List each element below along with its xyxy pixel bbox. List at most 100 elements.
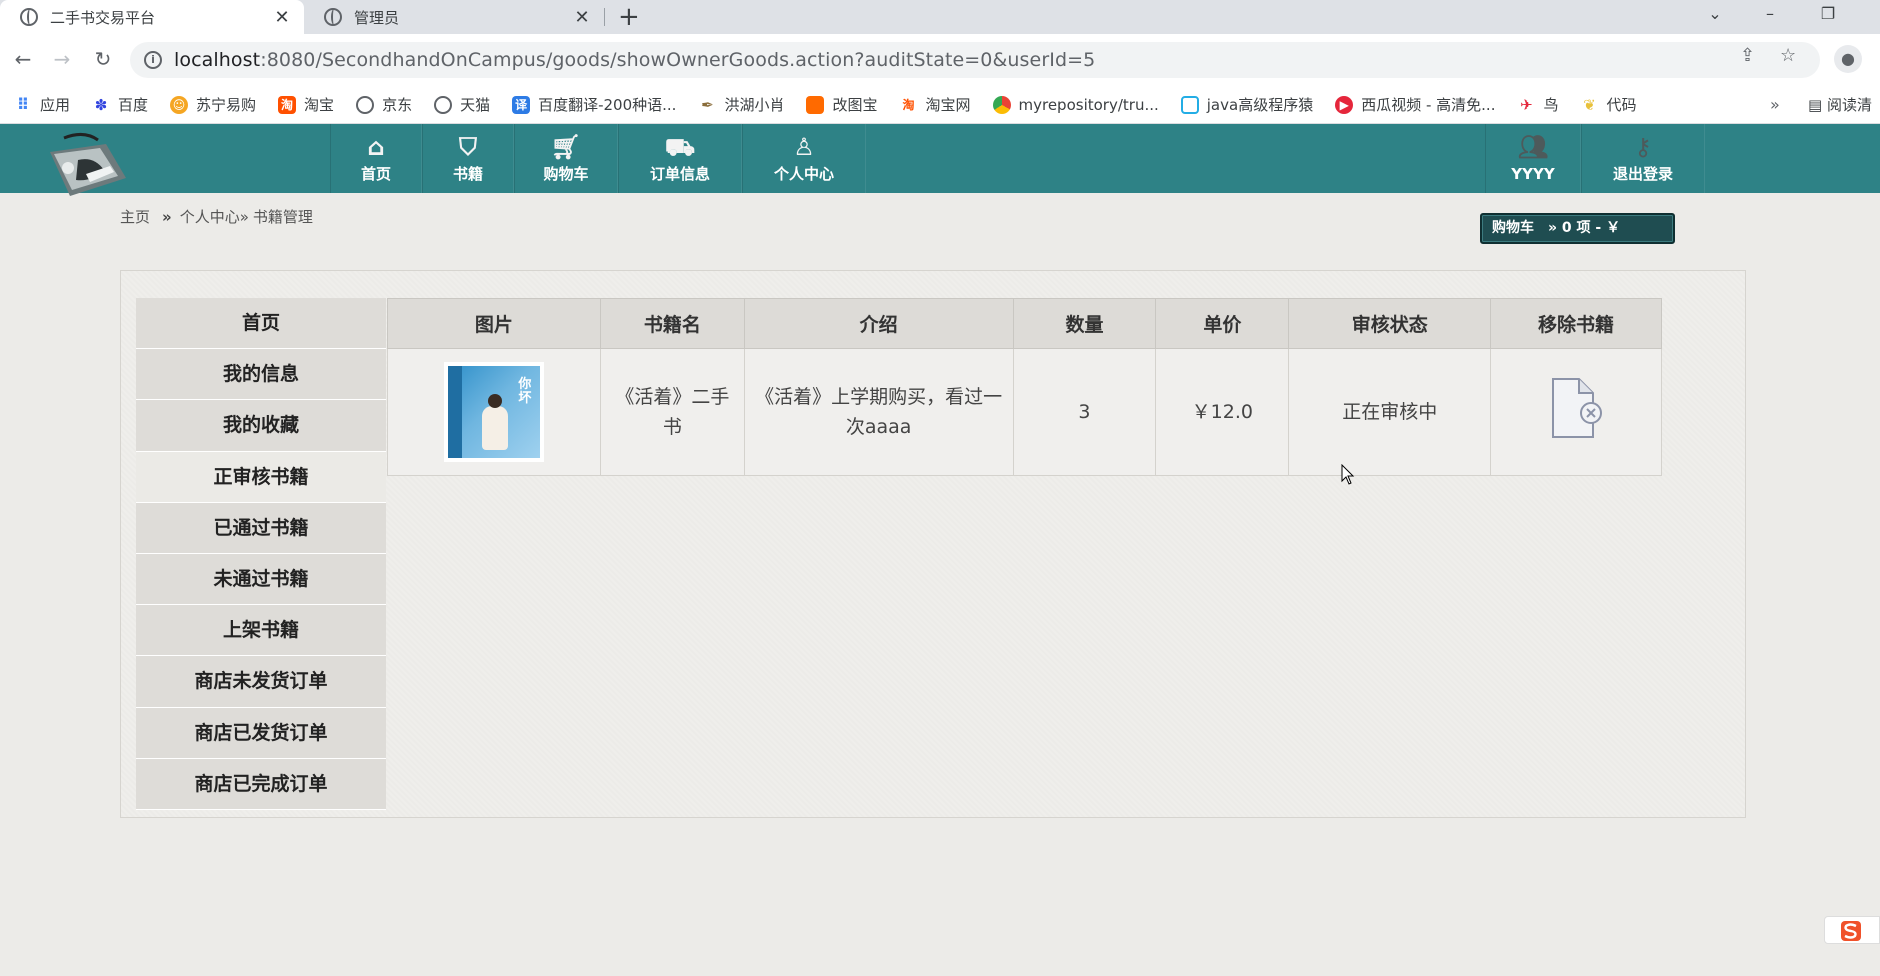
forward-icon[interactable]: → <box>47 44 77 74</box>
col-header-remove: 移除书籍 <box>1490 298 1662 349</box>
bookmark-item[interactable]: 改图宝 <box>806 94 877 115</box>
bookmark-item[interactable]: java高级程序猿 <box>1180 94 1314 115</box>
breadcrumb-personal-center[interactable]: 个人中心» <box>180 208 249 226</box>
bookmark-item[interactable]: ▶ 西瓜视频 - 高清免... <box>1335 94 1495 115</box>
bookmark-item[interactable]: myrepository/tru... <box>992 95 1159 114</box>
baidu-paw-icon: ✽ <box>94 95 108 114</box>
col-header-intro: 介绍 <box>743 298 1014 349</box>
nav-home[interactable]: ⌂ 首页 <box>330 124 422 193</box>
bird-icon: ✈ <box>1520 95 1533 114</box>
nav-logout-label: 退出登录 <box>1612 165 1673 183</box>
bookmark-label: 百度 <box>118 96 149 114</box>
bookmark-star-icon[interactable]: ☆ <box>1780 45 1796 66</box>
home-icon: ⌂ <box>367 133 385 161</box>
address-bar: ← → ↻ i localhost:8080/SecondhandOnCampu… <box>0 34 1880 86</box>
bookmark-label: 改图宝 <box>832 96 878 114</box>
nav-books[interactable]: ⛉ 书籍 <box>422 124 514 193</box>
cell-image: 你坏 <box>387 348 601 476</box>
mouse-cursor-icon <box>1341 464 1355 485</box>
sidebar-item-list-book[interactable]: 上架书籍 <box>136 605 386 657</box>
bookmark-label: 应用 <box>40 96 71 114</box>
bookmark-item[interactable]: 译百度翻译-200种语... <box>512 94 676 115</box>
profile-avatar-icon[interactable]: ● <box>1834 45 1862 73</box>
share-icon[interactable]: ⇪ <box>1740 45 1755 66</box>
cell-book-name: 《活着》二手书 <box>599 348 745 476</box>
cart-summary-button[interactable]: 购物车 » 0 项 - ￥ <box>1480 213 1675 244</box>
restore-icon[interactable]: ❐ <box>1808 0 1848 30</box>
book-cover-image[interactable]: 你坏 <box>443 362 544 462</box>
sidebar-item-approved[interactable]: 已通过书籍 <box>136 502 386 554</box>
bookmarks-more-icon[interactable]: » <box>1770 86 1780 123</box>
nav-user[interactable]: 👥︎ YYYY <box>1485 124 1581 193</box>
bookmark-item[interactable]: ✽ 百度 <box>92 94 148 115</box>
feather-icon: ✒ <box>701 95 714 114</box>
sidebar-menu: 首页 我的信息 我的收藏 正审核书籍 已通过书籍 未通过书籍 上架书籍 商店未发… <box>136 298 386 810</box>
bookmark-label: java高级程序猿 <box>1206 96 1314 114</box>
bookmark-label: 淘宝网 <box>925 96 971 114</box>
cell-remove <box>1490 348 1662 476</box>
cell-price: ￥12.0 <box>1155 348 1290 476</box>
user-add-icon: ♙ <box>793 133 815 161</box>
globe-icon <box>434 95 453 114</box>
bookmark-item[interactable]: 淘淘宝网 <box>899 94 970 115</box>
nav-logout[interactable]: ⚷ 退出登录 <box>1581 124 1705 193</box>
nav-personal-center[interactable]: ♙ 个人中心 <box>742 124 866 193</box>
sidebar-item-favorites[interactable]: 我的收藏 <box>136 400 386 452</box>
input-method-widget[interactable] <box>1824 916 1880 944</box>
site-logo[interactable] <box>40 130 128 200</box>
nav-cart-label: 购物车 <box>543 165 589 183</box>
reading-list[interactable]: ▤ 阅读清 <box>1808 86 1872 123</box>
book-cover-title: 你坏 <box>518 377 532 406</box>
sidebar-item-home[interactable]: 首页 <box>136 298 386 350</box>
sidebar-item-shipped-orders[interactable]: 商店已发货订单 <box>136 707 386 759</box>
breadcrumb-home[interactable]: 主页 <box>120 208 150 226</box>
sidebar-item-completed-orders[interactable]: 商店已完成订单 <box>136 758 386 810</box>
reading-list-icon: ▤ <box>1808 96 1827 114</box>
sidebar-item-rejected[interactable]: 未通过书籍 <box>136 553 386 606</box>
bookmark-item[interactable]: ❦ 代码 <box>1580 94 1636 115</box>
bookmark-item[interactable]: ☺ 苏宁易购 <box>170 94 256 115</box>
bookmark-label: 代码 <box>1606 96 1637 114</box>
nav-cart[interactable]: 🛒︎ 购物车 <box>514 124 618 193</box>
bookmark-item[interactable]: ✒ 洪湖小肖 <box>698 94 784 115</box>
url-input[interactable]: i localhost:8080/SecondhandOnCampus/good… <box>130 42 1820 78</box>
bookmark-item[interactable]: 淘淘宝 <box>278 94 334 115</box>
bilibili-icon <box>1180 95 1199 114</box>
bookmark-item[interactable]: ✈ 鸟 <box>1517 94 1558 115</box>
bookmark-label: 洪湖小肖 <box>724 96 785 114</box>
sogou-s-icon <box>1841 921 1861 941</box>
reading-list-label: 阅读清 <box>1826 96 1872 114</box>
sidebar-item-unshipped-orders[interactable]: 商店未发货订单 <box>136 656 386 708</box>
tab-title: 二手书交易平台 <box>50 8 156 27</box>
nav-user-label: YYYY <box>1511 165 1555 183</box>
tab-search-icon[interactable]: ⌄ <box>1695 0 1735 30</box>
tab-close-icon[interactable]: ✕ <box>270 7 294 28</box>
nav-books-label: 书籍 <box>452 165 483 183</box>
col-header-image: 图片 <box>387 298 601 349</box>
bookmark-label: 百度翻译-200种语... <box>538 96 677 114</box>
browser-tab-active[interactable]: 二手书交易平台 ✕ <box>0 0 304 34</box>
sidebar-item-under-review[interactable]: 正审核书籍 <box>136 451 386 503</box>
back-icon[interactable]: ← <box>8 44 38 74</box>
bookmark-label: 苏宁易购 <box>196 96 257 114</box>
bookmark-label: 淘宝 <box>304 96 335 114</box>
bookmark-item[interactable]: 京东 <box>356 94 412 115</box>
bookmark-label: myrepository/tru... <box>1018 95 1159 114</box>
reload-icon[interactable]: ↻ <box>88 44 118 74</box>
tab-close-icon[interactable]: ✕ <box>570 7 594 28</box>
breadcrumb-current: 书籍管理 <box>252 208 313 226</box>
cart-icon: 🛒︎ <box>550 133 582 161</box>
bookmark-label: 西瓜视频 - 高清免... <box>1361 96 1496 114</box>
site-info-icon[interactable]: i <box>144 51 162 69</box>
nav-orders[interactable]: ⛟ 订单信息 <box>618 124 742 193</box>
bookmark-item[interactable]: 天猫 <box>434 94 490 115</box>
sidebar-item-my-info[interactable]: 我的信息 <box>136 349 386 401</box>
remove-book-icon[interactable] <box>1549 377 1603 439</box>
new-tab-icon[interactable]: + <box>618 2 640 32</box>
browser-tabstrip: 二手书交易平台 ✕ 管理员 ✕ + ⌄ – ❐ <box>0 0 1880 34</box>
minimize-icon[interactable]: – <box>1750 0 1790 30</box>
browser-tab[interactable]: 管理员 ✕ <box>304 0 604 34</box>
globe-icon <box>324 8 342 26</box>
url-path: :8080/SecondhandOnCampus/goods/showOwner… <box>260 49 1096 71</box>
bookmark-item[interactable]: ⠿ 应用 <box>14 94 70 115</box>
